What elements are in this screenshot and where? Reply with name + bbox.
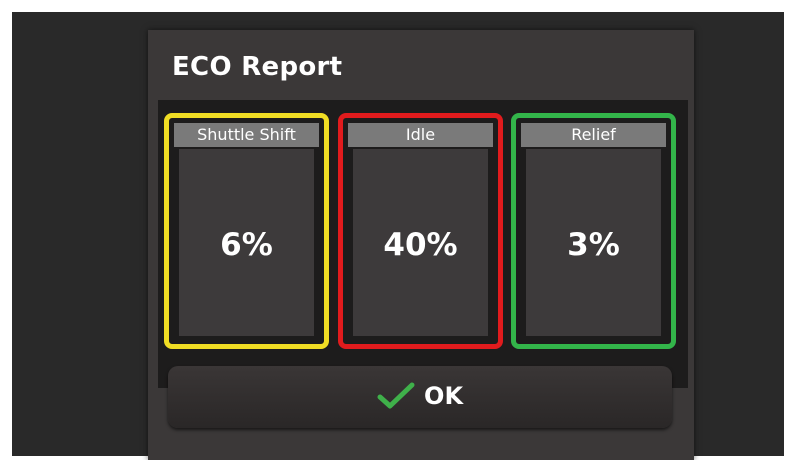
card-body: 6% [179,149,314,336]
dialog-title: ECO Report [172,52,343,82]
card-body: 40% [353,149,488,336]
ok-button-content: OK [168,382,672,412]
card-shuttle-shift: Shuttle Shift 6% [164,113,329,349]
card-label: Shuttle Shift [174,123,319,147]
card-body: 3% [526,149,661,336]
check-icon [377,382,415,409]
card-label: Relief [521,123,666,147]
card-value: 3% [567,227,620,263]
ok-button-label: OK [424,382,464,410]
ok-button[interactable]: OK [168,366,672,428]
card-value: 40% [383,227,458,263]
eco-report-dialog: ECO Report Shuttle Shift 6% Idle 40% Rel… [148,30,694,460]
card-relief: Relief 3% [511,113,676,349]
card-idle: Idle 40% [338,113,503,349]
screen: ECO Report Shuttle Shift 6% Idle 40% Rel… [0,0,788,460]
cards-area: Shuttle Shift 6% Idle 40% Relief 3% [158,100,688,388]
card-value: 6% [220,227,273,263]
card-label: Idle [348,123,493,147]
